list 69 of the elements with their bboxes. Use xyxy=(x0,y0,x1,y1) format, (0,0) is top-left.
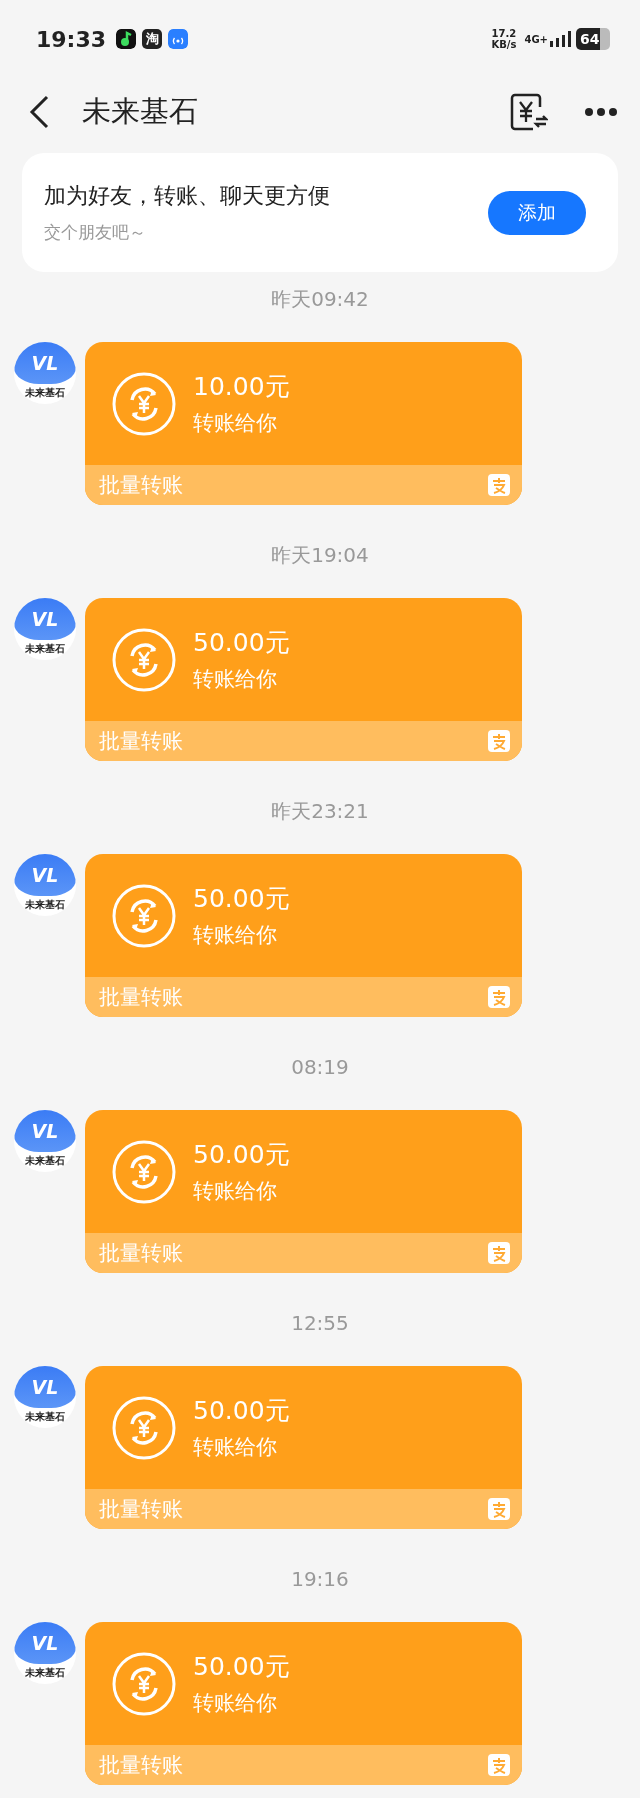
network-type: 4G+ xyxy=(524,33,548,45)
battery-indicator: 64 xyxy=(576,28,610,50)
message-time: 昨天19:04 xyxy=(270,542,370,568)
transfer-caption: 转账给你 xyxy=(193,1690,278,1717)
avatar-logo: VL xyxy=(31,864,59,886)
avatar-logo: VL xyxy=(31,1120,59,1142)
pay-logo-icon xyxy=(488,1498,510,1520)
transfer-icon xyxy=(112,1395,176,1460)
add-friend-button[interactable]: 添加 xyxy=(488,190,586,235)
transfer-type: 批量转账 xyxy=(99,1240,184,1267)
pay-logo-icon xyxy=(488,730,510,752)
contact-avatar[interactable]: VL 未来基石 xyxy=(14,342,76,404)
pay-logo-icon xyxy=(488,474,510,496)
broadcast-icon xyxy=(168,29,189,49)
transfer-caption: 转账给你 xyxy=(193,1178,278,1205)
transfer-amount: 50.00元 xyxy=(193,1395,290,1427)
contact-avatar[interactable]: VL 未来基石 xyxy=(14,854,76,916)
avatar-logo: VL xyxy=(31,1376,59,1398)
signal-icon xyxy=(550,31,572,47)
transfer-icon xyxy=(112,627,176,692)
prompt-title: 加为好友，转账、聊天更方便 xyxy=(44,182,331,210)
more-icon[interactable] xyxy=(584,107,618,117)
yen-transfer-icon[interactable] xyxy=(510,93,548,131)
pay-logo-icon xyxy=(488,986,510,1008)
pay-logo-icon xyxy=(488,1242,510,1264)
transfer-caption: 转账给你 xyxy=(193,410,278,437)
music-app-icon xyxy=(116,29,137,49)
transfer-type: 批量转账 xyxy=(99,472,184,499)
avatar-logo: VL xyxy=(31,352,59,374)
contact-avatar[interactable]: VL 未来基石 xyxy=(14,598,76,660)
network-speed: 17.2 KB/s xyxy=(491,28,517,50)
avatar-name: 未来基石 xyxy=(25,386,65,400)
message-time: 12:55 xyxy=(290,1310,350,1336)
avatar-name: 未来基石 xyxy=(25,1666,65,1680)
transfer-icon xyxy=(112,371,176,436)
avatar-name: 未来基石 xyxy=(25,898,65,912)
transfer-icon xyxy=(112,883,176,948)
transfer-type: 批量转账 xyxy=(99,1752,184,1779)
avatar-logo: VL xyxy=(31,1632,59,1654)
transfer-amount: 50.00元 xyxy=(193,627,290,659)
transfer-icon xyxy=(112,1139,176,1204)
message-time: 19:16 xyxy=(290,1566,350,1592)
transfer-amount: 10.00元 xyxy=(193,371,290,403)
contact-avatar[interactable]: VL 未来基石 xyxy=(14,1366,76,1428)
avatar-name: 未来基石 xyxy=(25,642,65,656)
message-time: 昨天23:21 xyxy=(270,798,370,824)
pay-logo-icon xyxy=(488,1754,510,1776)
status-time: 19:33 xyxy=(36,26,107,52)
transfer-type: 批量转账 xyxy=(99,728,184,755)
chat-title: 未来基石 xyxy=(82,93,199,130)
avatar-name: 未来基石 xyxy=(25,1410,65,1424)
transfer-amount: 50.00元 xyxy=(193,1651,290,1683)
avatar-logo: VL xyxy=(31,608,59,630)
contact-avatar[interactable]: VL 未来基石 xyxy=(14,1622,76,1684)
transfer-type: 批量转账 xyxy=(99,1496,184,1523)
transfer-type: 批量转账 xyxy=(99,984,184,1011)
prompt-subtitle: 交个朋友吧～ xyxy=(44,221,147,244)
taobao-app-icon: 淘 xyxy=(142,29,163,49)
transfer-caption: 转账给你 xyxy=(193,666,278,693)
transfer-icon xyxy=(112,1651,176,1716)
back-icon[interactable] xyxy=(28,94,50,130)
transfer-amount: 50.00元 xyxy=(193,883,290,915)
avatar-name: 未来基石 xyxy=(25,1154,65,1168)
message-time: 08:19 xyxy=(290,1054,350,1080)
contact-avatar[interactable]: VL 未来基石 xyxy=(14,1110,76,1172)
transfer-amount: 50.00元 xyxy=(193,1139,290,1171)
transfer-caption: 转账给你 xyxy=(193,922,278,949)
message-time: 昨天09:42 xyxy=(270,286,370,312)
transfer-caption: 转账给你 xyxy=(193,1434,278,1461)
